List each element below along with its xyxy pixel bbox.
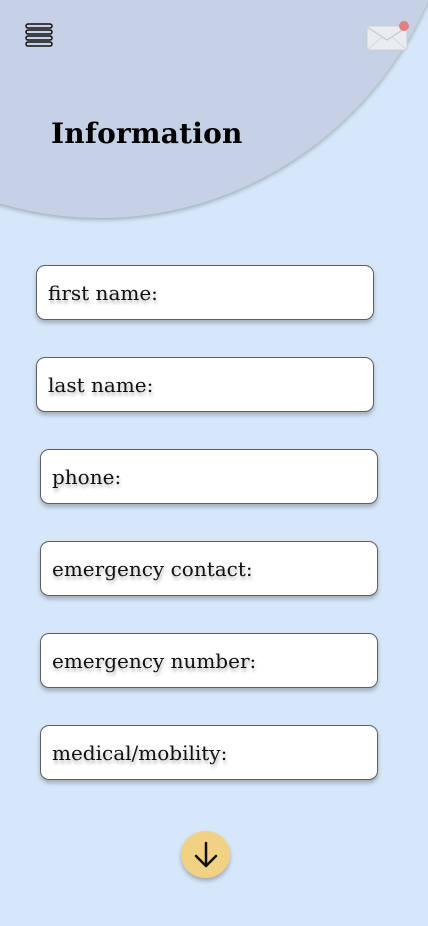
first-name-label: first name: [48, 280, 158, 305]
first-name-field[interactable]: first name: [36, 265, 374, 320]
first-name-input[interactable] [157, 266, 373, 319]
page-title: Information [51, 117, 243, 150]
next-button[interactable] [181, 831, 230, 878]
last-name-field[interactable]: last name: [36, 357, 374, 412]
emergency-contact-input[interactable] [252, 542, 377, 595]
mail-button[interactable] [364, 21, 412, 54]
medical-mobility-input[interactable] [227, 726, 377, 779]
emergency-contact-label: emergency contact: [52, 556, 253, 581]
emergency-number-field[interactable]: emergency number: [40, 633, 378, 688]
phone-field[interactable]: phone: [40, 449, 378, 504]
menu-button[interactable] [24, 22, 56, 50]
last-name-label: last name: [48, 372, 154, 397]
emergency-number-input[interactable] [256, 634, 377, 687]
information-screen: Information first name: last name: phone… [0, 0, 428, 926]
medical-mobility-label: medical/mobility: [52, 740, 228, 765]
emergency-contact-field[interactable]: emergency contact: [40, 541, 378, 596]
arrow-down-icon [194, 841, 217, 867]
last-name-input[interactable] [153, 358, 373, 411]
menu-icon [25, 23, 53, 47]
phone-label: phone: [52, 464, 122, 489]
phone-input[interactable] [121, 450, 377, 503]
medical-mobility-field[interactable]: medical/mobility: [40, 725, 378, 780]
notification-dot [399, 21, 409, 31]
emergency-number-label: emergency number: [52, 648, 257, 673]
